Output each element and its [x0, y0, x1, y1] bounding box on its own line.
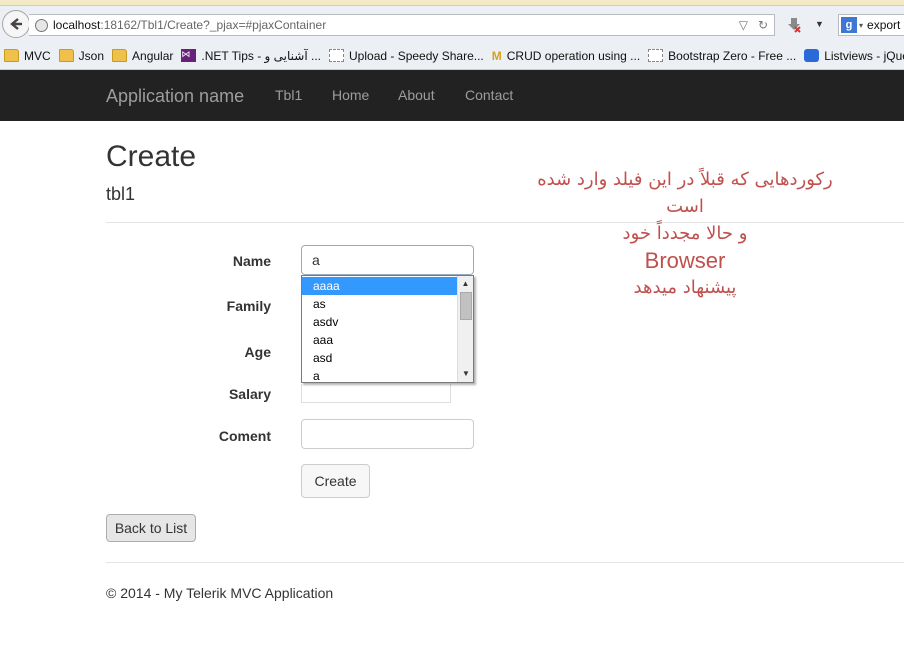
annotation-line: Browser [644, 248, 726, 273]
bookmark-crud[interactable]: M CRUD operation using ... [491, 48, 641, 64]
url-dropdown-icon[interactable]: ▽ [739, 18, 748, 32]
reload-icon[interactable]: ↻ [758, 18, 768, 32]
address-bar[interactable]: localhost:18162/Tbl1/Create?_pjax=#pjaxC… [29, 14, 775, 36]
annotation-note: رکوردهایی که قبلاً در این فیلد وارد شده … [520, 166, 850, 301]
bookmark-label: .NET Tips - آشنایی و ... [201, 48, 322, 63]
bookmark-net-tips[interactable]: ⋈ .NET Tips - آشنایی و ... [181, 49, 321, 63]
autocomplete-item[interactable]: a [302, 367, 458, 382]
annotation-line: است [666, 196, 704, 217]
bookmark-mvc[interactable]: MVC [4, 49, 51, 63]
downloads-dropdown-icon[interactable]: ▼ [815, 19, 824, 29]
site-navbar: Application name Tbl1 Home About Contact [0, 70, 904, 121]
age-label: Age [244, 344, 271, 360]
scroll-up-icon[interactable]: ▲ [458, 276, 473, 292]
folder-icon [112, 49, 128, 62]
google-icon: g [841, 17, 857, 33]
create-button[interactable]: Create [301, 464, 370, 498]
name-input[interactable]: a [301, 245, 474, 275]
search-text: export [867, 18, 901, 32]
bookmark-label: Bootstrap Zero - Free ... [668, 48, 797, 63]
back-button[interactable] [2, 10, 30, 38]
scroll-thumb[interactable] [460, 292, 472, 320]
autocomplete-scrollbar[interactable]: ▲ ▼ [457, 276, 473, 382]
autocomplete-dropdown[interactable]: aaaa as asdv aaa asd a ▲ ▼ [301, 275, 474, 383]
url-host: localhost [53, 18, 101, 32]
search-engine-caret-icon[interactable]: ▾ [859, 21, 863, 30]
bookmark-label: MVC [24, 48, 51, 63]
bookmark-bootstrap-zero[interactable]: Bootstrap Zero - Free ... [648, 49, 796, 63]
nav-link-about[interactable]: About [398, 87, 435, 103]
folder-icon [58, 49, 74, 62]
name-label: Name [232, 253, 271, 269]
bookmark-label: CRUD operation using ... [506, 48, 641, 63]
back-arrow-icon [10, 18, 22, 30]
page-icon [648, 49, 664, 62]
nav-link-tbl1[interactable]: Tbl1 [275, 87, 302, 103]
coment-label: Coment [218, 428, 271, 444]
bookmarks-bar: MVC Json Angular ⋈ .NET Tips - آشنایی و .… [0, 42, 904, 70]
bookmark-label: Json [78, 48, 105, 63]
listviews-icon [804, 49, 820, 62]
scroll-down-icon[interactable]: ▼ [458, 366, 473, 382]
annotation-line: رکوردهایی که قبلاً در این فیلد وارد شده [537, 169, 833, 190]
family-label: Family [226, 298, 271, 314]
autocomplete-item[interactable]: asd [302, 349, 458, 367]
bookmark-listviews[interactable]: Listviews - jQue [804, 49, 904, 63]
m-logo-icon: M [491, 49, 502, 63]
download-icon[interactable] [786, 17, 802, 33]
nav-link-contact[interactable]: Contact [465, 87, 513, 103]
page-icon [329, 49, 345, 62]
autocomplete-item[interactable]: asdv [302, 313, 458, 331]
brand-link[interactable]: Application name [106, 86, 244, 107]
bookmark-json[interactable]: Json [58, 48, 105, 63]
bookmark-upload[interactable]: Upload - Speedy Share... [329, 49, 484, 63]
globe-icon [35, 18, 48, 32]
annotation-line: و حالا مجدداً خود [622, 223, 748, 244]
bookmark-label: Upload - Speedy Share... [349, 48, 484, 63]
url-path: :18162/Tbl1/Create?_pjax=#pjaxContainer [100, 18, 327, 32]
salary-input[interactable] [301, 384, 451, 403]
back-to-list-button[interactable]: Back to List [106, 514, 196, 542]
autocomplete-item[interactable]: aaaa [302, 277, 458, 295]
salary-label: Salary [228, 386, 271, 402]
autocomplete-item[interactable]: as [302, 295, 458, 313]
footer-divider [106, 562, 904, 563]
annotation-line: پیشنهاد میدهد [633, 277, 737, 298]
coment-input[interactable] [301, 419, 474, 449]
nav-link-home[interactable]: Home [332, 87, 369, 103]
autocomplete-item[interactable]: aaa [302, 331, 458, 349]
page-subtitle: tbl1 [106, 184, 136, 204]
bookmark-label: Angular [132, 48, 174, 63]
search-box[interactable]: g ▾ export [838, 14, 904, 36]
page-title: Create [106, 140, 197, 173]
footer-text: © 2014 - My Telerik MVC Application [106, 585, 334, 601]
visual-studio-icon: ⋈ [181, 49, 197, 62]
browser-toolbar: localhost:18162/Tbl1/Create?_pjax=#pjaxC… [0, 6, 904, 42]
folder-icon [4, 49, 19, 62]
bookmark-angular[interactable]: Angular [112, 49, 173, 63]
bookmark-label: Listviews - jQue [824, 48, 904, 63]
